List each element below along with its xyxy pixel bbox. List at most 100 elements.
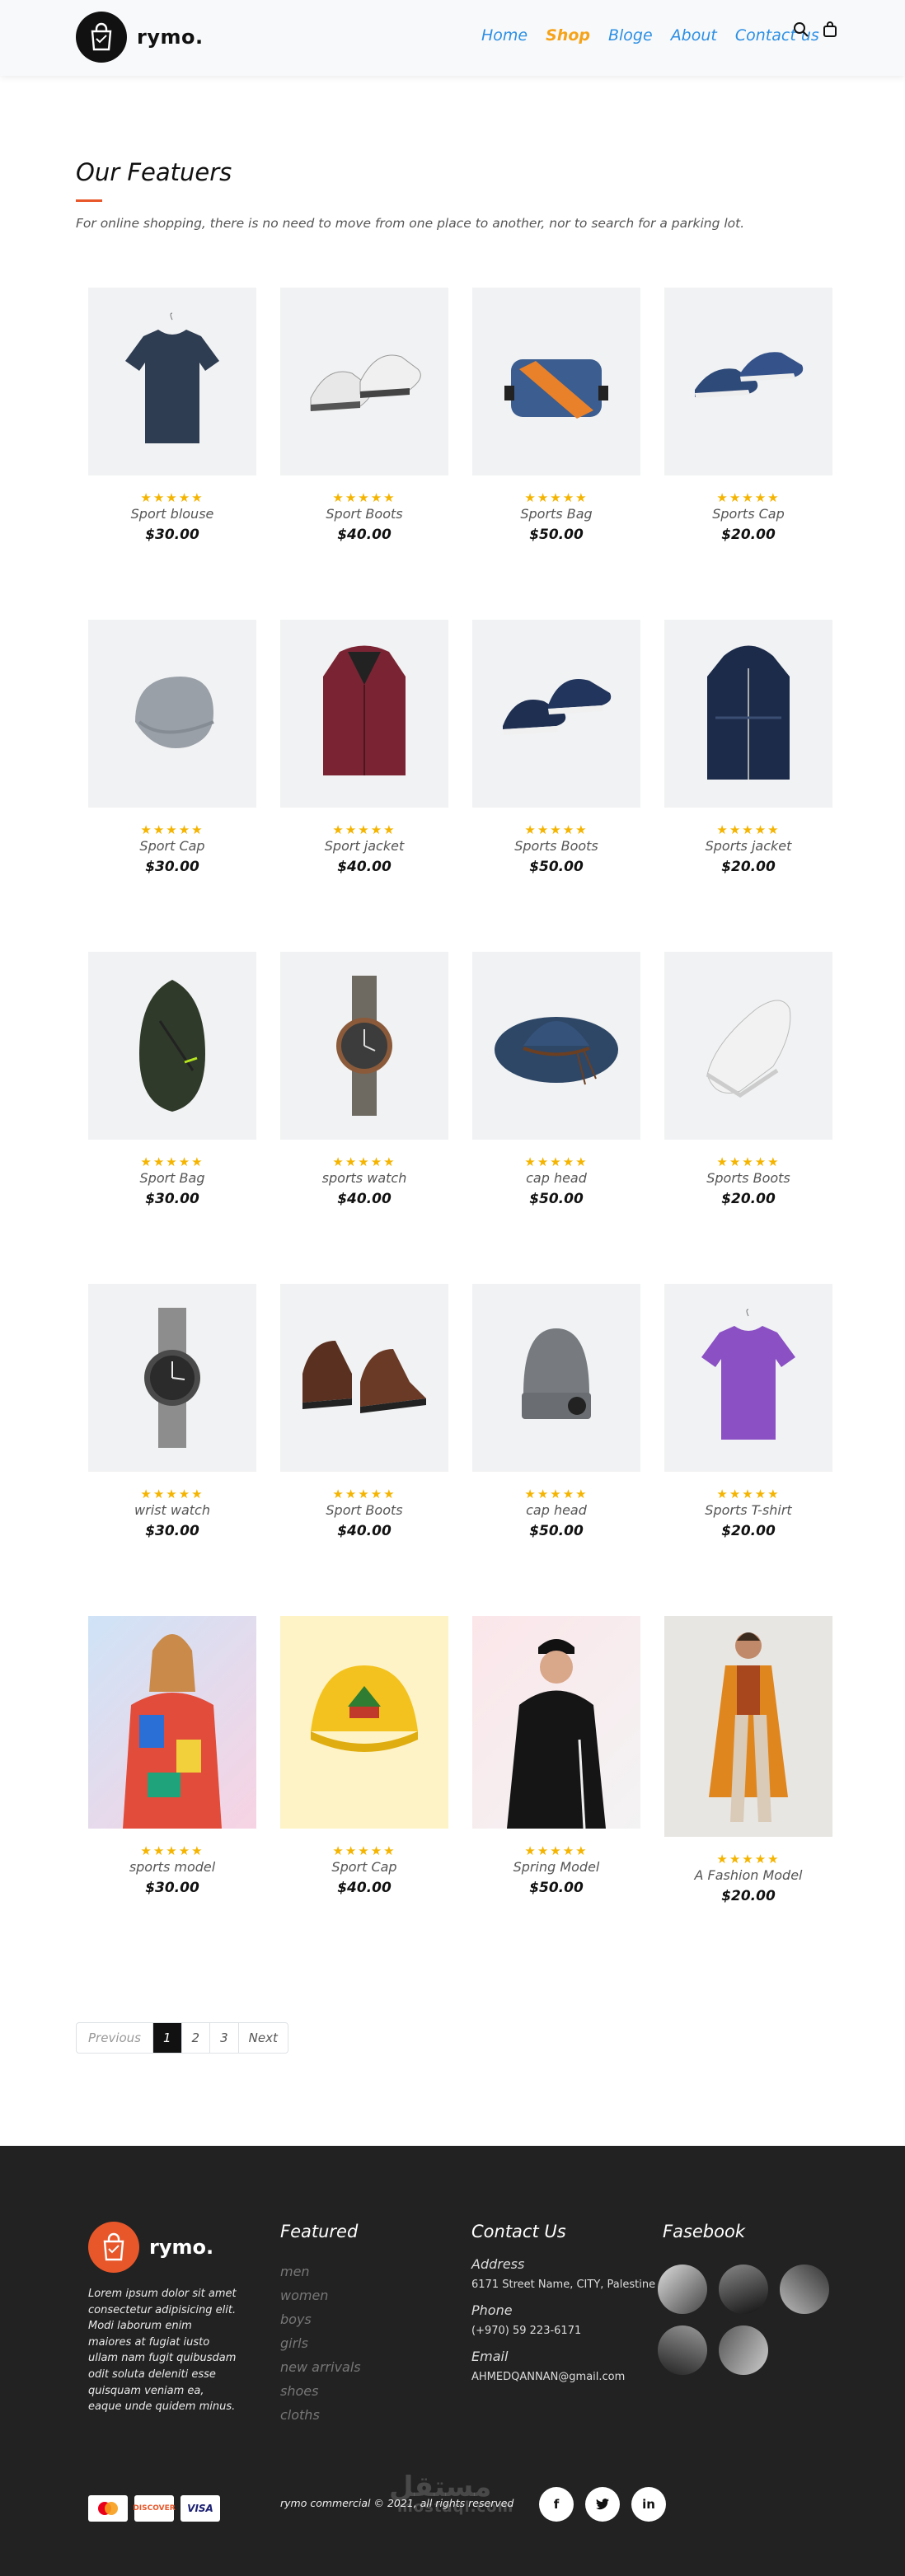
product-name: sports watch [321, 1170, 407, 1186]
product-card[interactable]: ★★★★★ sports watch $40.00 [280, 952, 448, 1207]
nav-link-home[interactable]: Home [481, 26, 528, 44]
nav-icons [793, 21, 837, 41]
rating-stars: ★★★★★ [140, 1843, 204, 1858]
bag-icon[interactable] [823, 21, 837, 41]
product-name: sports model [129, 1859, 216, 1875]
rating-stars: ★★★★★ [332, 1487, 396, 1501]
product-name: Sport Cap [331, 1859, 397, 1875]
product-price: $20.00 [721, 859, 776, 875]
product-image [88, 1284, 256, 1472]
product-card[interactable]: ★★★★★ Sports Cap $20.00 [664, 288, 832, 543]
featured-link-boys[interactable]: boys [280, 2307, 361, 2331]
section-title: Our Featuers [76, 158, 232, 186]
product-grid: ★★★★★ Sport blouse $30.00 ★★★★★ Sport Bo… [88, 288, 832, 1936]
product-price: $50.00 [529, 1191, 584, 1207]
contact-info: Address 6171 Street Name, CITY, Palestin… [471, 2256, 655, 2383]
featured-link-cloths[interactable]: cloths [280, 2403, 361, 2427]
twitter-icon[interactable] [585, 2487, 620, 2522]
product-card[interactable]: ★★★★★ Sports Boots $20.00 [664, 952, 832, 1207]
footer-description: Lorem ipsum dolor sit amet consectetur a… [88, 2288, 237, 2414]
product-card[interactable]: ★★★★★ Spring Model $50.00 [472, 1616, 640, 1896]
rating-stars: ★★★★★ [140, 1487, 204, 1501]
product-price: $40.00 [337, 1191, 392, 1207]
product-price: $50.00 [529, 859, 584, 875]
product-price: $30.00 [145, 1523, 199, 1539]
featured-link-shoes[interactable]: shoes [280, 2379, 361, 2403]
product-card[interactable]: ★★★★★ Sport Boots $40.00 [280, 1284, 448, 1539]
footer-brand[interactable]: rymo. [88, 2222, 213, 2273]
product-price: $30.00 [145, 1191, 199, 1207]
product-card[interactable]: ★★★★★ Sports T-shirt $20.00 [664, 1284, 832, 1539]
brand-logo[interactable]: rymo. [76, 12, 204, 63]
rating-stars: ★★★★★ [524, 1843, 588, 1858]
product-image [88, 952, 256, 1140]
product-card[interactable]: ★★★★★ Sport Cap $40.00 [280, 1616, 448, 1896]
product-image [664, 952, 832, 1140]
product-price: $50.00 [529, 1523, 584, 1539]
facebook-icon[interactable]: f [539, 2487, 574, 2522]
product-card[interactable]: ★★★★★ Sport Bag $30.00 [88, 952, 256, 1207]
rating-stars: ★★★★★ [332, 1843, 396, 1858]
facebook-photo[interactable] [719, 2325, 768, 2375]
product-card[interactable]: ★★★★★ sports model $30.00 [88, 1616, 256, 1896]
facebook-photo[interactable] [658, 2265, 707, 2314]
facebook-photo[interactable] [658, 2325, 707, 2375]
product-price: $50.00 [529, 527, 584, 543]
featured-title: Featured [280, 2222, 359, 2241]
product-name: Sports Boots [706, 1170, 790, 1186]
facebook-gallery [658, 2265, 839, 2388]
rating-stars: ★★★★★ [716, 1487, 781, 1501]
product-card[interactable]: ★★★★★ Sports jacket $20.00 [664, 620, 832, 875]
phone-value[interactable]: (+970) 59 223-6171 [471, 2325, 655, 2337]
pagination-page-1[interactable]: 1 [152, 2023, 182, 2053]
email-value[interactable]: AHMEDQANNAN@gmail.com [471, 2371, 655, 2383]
product-card[interactable]: ★★★★★ cap head $50.00 [472, 1284, 640, 1539]
linkedin-icon[interactable]: in [631, 2487, 666, 2522]
nav-link-shop[interactable]: Shop [546, 26, 590, 44]
facebook-photo[interactable] [780, 2265, 829, 2314]
product-card[interactable]: ★★★★★ Sport Cap $30.00 [88, 620, 256, 875]
product-name: Sport Bag [139, 1170, 205, 1186]
search-icon[interactable] [793, 21, 809, 41]
product-name: Sport blouse [130, 506, 214, 522]
nav-link-about[interactable]: About [671, 26, 717, 44]
product-card[interactable]: ★★★★★ A Fashion Model $20.00 [664, 1616, 832, 1904]
product-card[interactable]: ★★★★★ wrist watch $30.00 [88, 1284, 256, 1539]
product-price: $40.00 [337, 527, 392, 543]
product-image [664, 1284, 832, 1472]
featured-link-women[interactable]: women [280, 2283, 361, 2307]
pagination-page-3[interactable]: 3 [210, 2023, 239, 2053]
product-name: Sports jacket [705, 838, 792, 854]
nav-links: Home Shop Bloge About Contact us [481, 26, 819, 44]
product-name: Sports Bag [520, 506, 593, 522]
rating-stars: ★★★★★ [332, 1155, 396, 1169]
featured-link-new-arrivals[interactable]: new arrivals [280, 2355, 361, 2379]
top-navbar: rymo. Home Shop Bloge About Contact us [0, 0, 905, 76]
product-card[interactable]: ★★★★★ Sport blouse $30.00 [88, 288, 256, 543]
product-card[interactable]: ★★★★★ cap head $50.00 [472, 952, 640, 1207]
product-name: wrist watch [134, 1502, 210, 1518]
product-name: Sport Cap [139, 838, 205, 854]
product-card[interactable]: ★★★★★ Sports Boots $50.00 [472, 620, 640, 875]
featured-link-girls[interactable]: girls [280, 2331, 361, 2355]
product-name: Sports Cap [712, 506, 785, 522]
product-image [664, 1616, 832, 1837]
product-name: Sport jacket [324, 838, 405, 854]
nav-link-bloge[interactable]: Bloge [608, 26, 653, 44]
product-price: $50.00 [529, 1880, 584, 1896]
product-name: cap head [526, 1170, 587, 1186]
rating-stars: ★★★★★ [716, 490, 781, 505]
pagination-next[interactable]: Next [239, 2023, 288, 2053]
pagination-page-2[interactable]: 2 [182, 2023, 211, 2053]
product-card[interactable]: ★★★★★ Sport Boots $40.00 [280, 288, 448, 543]
product-card[interactable]: ★★★★★ Sport jacket $40.00 [280, 620, 448, 875]
rating-stars: ★★★★★ [524, 1155, 588, 1169]
featured-link-men[interactable]: men [280, 2260, 361, 2283]
visa-icon: VISA [181, 2495, 220, 2522]
rating-stars: ★★★★★ [332, 490, 396, 505]
product-price: $40.00 [337, 859, 392, 875]
product-card[interactable]: ★★★★★ Sports Bag $50.00 [472, 288, 640, 543]
pagination-previous[interactable]: Previous [77, 2023, 153, 2053]
facebook-photo[interactable] [719, 2265, 768, 2314]
product-image [664, 620, 832, 808]
